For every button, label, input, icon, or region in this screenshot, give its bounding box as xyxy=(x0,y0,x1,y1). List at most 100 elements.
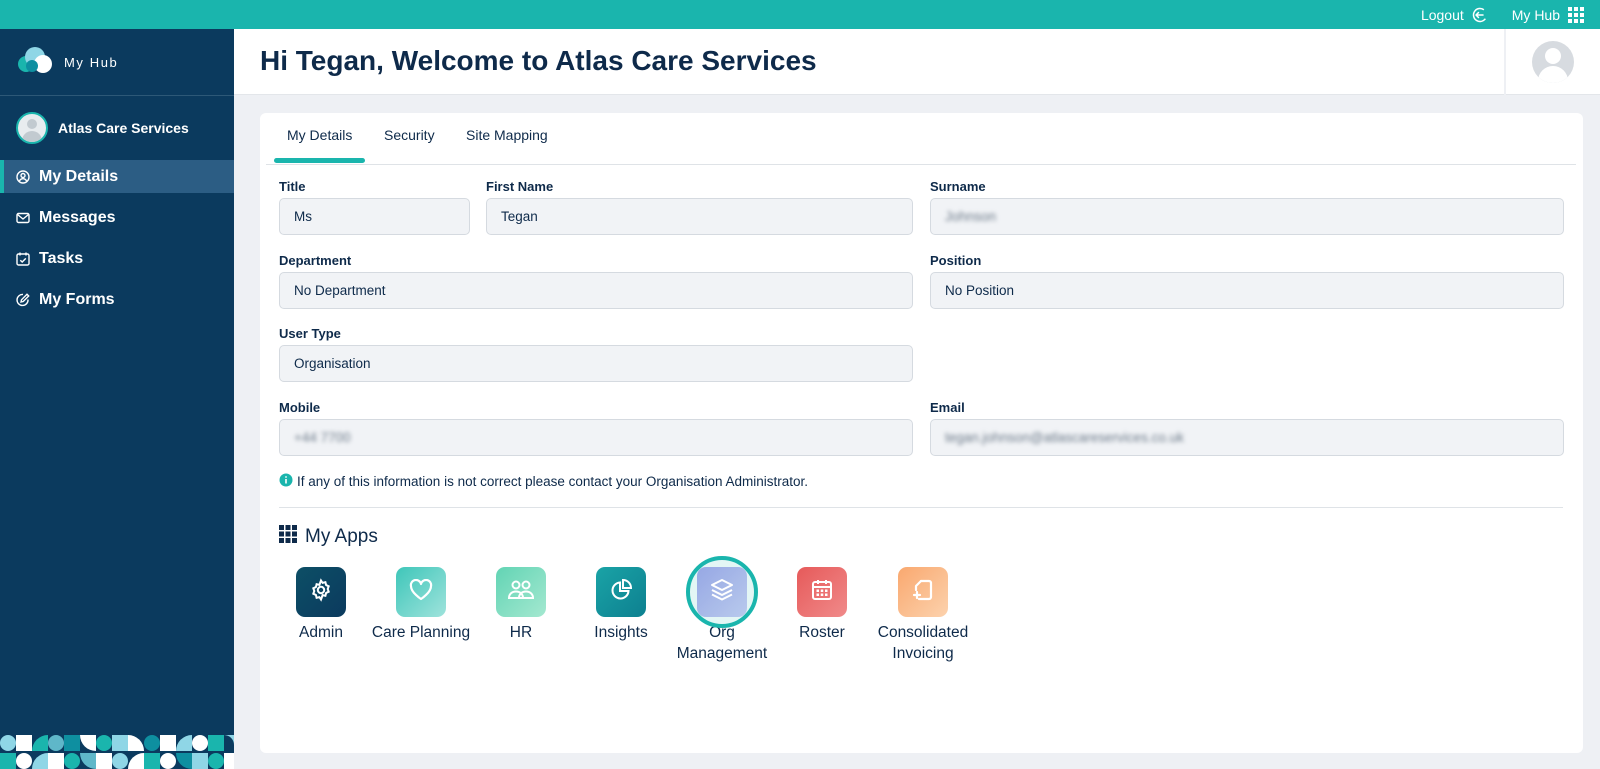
app-tile xyxy=(686,556,758,628)
first-name-field-group: First Name Tegan xyxy=(486,179,913,235)
apps-heading: My Apps xyxy=(279,525,378,549)
department-field-group: Department No Department xyxy=(279,253,913,309)
app-tile xyxy=(898,567,948,617)
surname-field-label: Surname xyxy=(930,179,986,194)
user-type-field[interactable]: Organisation xyxy=(279,345,913,382)
user-type-field-label: User Type xyxy=(279,326,341,341)
first-name-field[interactable]: Tegan xyxy=(486,198,913,235)
top-bar: Logout My Hub xyxy=(0,0,1600,29)
title-field-label: Title xyxy=(279,179,306,194)
logout-link[interactable]: Logout xyxy=(1421,7,1488,23)
grid-icon xyxy=(1568,6,1584,23)
heart-icon xyxy=(409,578,433,606)
invoice-icon xyxy=(911,578,935,607)
header-divider xyxy=(1504,29,1506,95)
email-field[interactable]: tegan.johnson@atlascareservices.co.uk xyxy=(930,419,1564,456)
sidebar-item-my-details[interactable]: My Details xyxy=(0,160,234,193)
layers-icon xyxy=(709,578,735,607)
app-insights[interactable]: Insights xyxy=(571,567,671,643)
mobile-field[interactable]: +44 7700 xyxy=(279,419,913,456)
app-label: HR xyxy=(509,624,533,641)
position-field-label: Position xyxy=(930,253,982,268)
surname-field[interactable]: Johnson xyxy=(930,198,1564,235)
app-admin[interactable]: Admin xyxy=(271,567,371,643)
tab-my-details[interactable]: My Details xyxy=(273,127,366,163)
apps-title: My Apps xyxy=(305,526,378,547)
page-title: Hi Tegan, Welcome to Atlas Care Services xyxy=(260,45,817,76)
department-field-label: Department xyxy=(279,253,352,268)
calendar-check-icon xyxy=(16,252,30,266)
app-care-planning[interactable]: Care Planning xyxy=(371,567,471,643)
cloud-logo-icon xyxy=(16,45,54,80)
app-tile xyxy=(596,567,646,617)
mobile-field-value: +44 7700 xyxy=(294,430,351,445)
app-tile xyxy=(496,567,546,617)
logout-icon xyxy=(1472,7,1488,23)
my-hub-link[interactable]: My Hub xyxy=(1511,6,1584,23)
org-name: Atlas Care Services xyxy=(58,120,189,136)
apps-grid-icon xyxy=(279,525,297,549)
app-label: Care Planning xyxy=(371,624,471,641)
app-tile xyxy=(797,567,847,617)
org-avatar xyxy=(16,112,48,144)
gear-icon xyxy=(309,577,333,607)
sidebar-item-messages[interactable]: Messages xyxy=(0,201,234,234)
user-circle-icon xyxy=(16,169,30,184)
envelope-icon xyxy=(16,211,30,225)
mobile-field-label: Mobile xyxy=(279,400,321,415)
title-field-group: Title Ms xyxy=(279,179,470,235)
tab-bar: My Details Security Site Mapping xyxy=(266,113,1576,165)
app-label: Insights xyxy=(594,624,648,641)
title-field-value: Ms xyxy=(294,209,312,224)
details-card: My Details Security Site Mapping Title M… xyxy=(260,113,1583,753)
user-type-field-value: Organisation xyxy=(294,356,371,371)
email-field-label: Email xyxy=(930,400,965,415)
app-roster[interactable]: Roster xyxy=(772,567,872,643)
sidebar-item-label: My Forms xyxy=(39,290,115,308)
position-field[interactable]: No Position xyxy=(930,272,1564,309)
sidebar-item-my-forms[interactable]: My Forms xyxy=(0,283,234,316)
department-field[interactable]: No Department xyxy=(279,272,913,309)
brand-name: My Hub xyxy=(64,54,119,70)
calendar-icon xyxy=(810,578,834,607)
email-field-value: tegan.johnson@atlascareservices.co.uk xyxy=(945,430,1184,445)
app-label: Consolidated Invoicing xyxy=(877,624,969,662)
app-consolidated-invoicing[interactable]: Consolidated Invoicing xyxy=(873,567,973,664)
sidebar-item-label: My Details xyxy=(39,167,119,185)
email-field-group: Email tegan.johnson@atlascareservices.co… xyxy=(930,400,1564,456)
info-icon xyxy=(279,473,293,490)
title-field[interactable]: Ms xyxy=(279,198,470,235)
brand[interactable]: My Hub xyxy=(0,29,234,96)
sidebar: My Hub Atlas Care Services My Details Me… xyxy=(0,29,234,769)
first-name-field-label: First Name xyxy=(486,179,554,194)
first-name-field-value: Tegan xyxy=(501,209,538,224)
tab-security[interactable]: Security xyxy=(384,127,435,157)
app-label: Admin xyxy=(299,624,343,641)
app-hr[interactable]: HR xyxy=(471,567,571,643)
org-switcher[interactable]: Atlas Care Services xyxy=(0,96,234,160)
position-field-group: Position No Position xyxy=(930,253,1564,309)
divider xyxy=(279,507,1563,508)
people-icon xyxy=(507,579,535,606)
sidebar-item-tasks[interactable]: Tasks xyxy=(0,242,234,275)
decorative-pattern xyxy=(0,735,234,769)
mobile-field-group: Mobile +44 7700 xyxy=(279,400,913,456)
position-field-value: No Position xyxy=(945,283,1015,298)
tab-site-mapping[interactable]: Site Mapping xyxy=(466,127,548,157)
page-header: Hi Tegan, Welcome to Atlas Care Services xyxy=(234,29,1600,95)
department-field-value: No Department xyxy=(294,283,386,298)
form-edit-icon xyxy=(16,292,30,307)
sidebar-item-label: Tasks xyxy=(39,249,84,267)
app-org-management[interactable]: Org Management xyxy=(672,556,772,664)
surname-field-group: Surname Johnson xyxy=(930,179,1564,235)
app-label: Org Management xyxy=(676,624,768,662)
surname-field-value: Johnson xyxy=(945,209,997,224)
pie-chart-icon xyxy=(609,578,633,607)
app-label: Roster xyxy=(799,624,845,641)
top-bar-actions: Logout My Hub xyxy=(1421,0,1584,29)
sidebar-item-label: Messages xyxy=(39,208,116,226)
app-tile xyxy=(396,567,446,617)
info-note: If any of this information is not correc… xyxy=(279,473,808,490)
user-avatar[interactable] xyxy=(1532,41,1574,83)
my-hub-label: My Hub xyxy=(1511,6,1560,23)
